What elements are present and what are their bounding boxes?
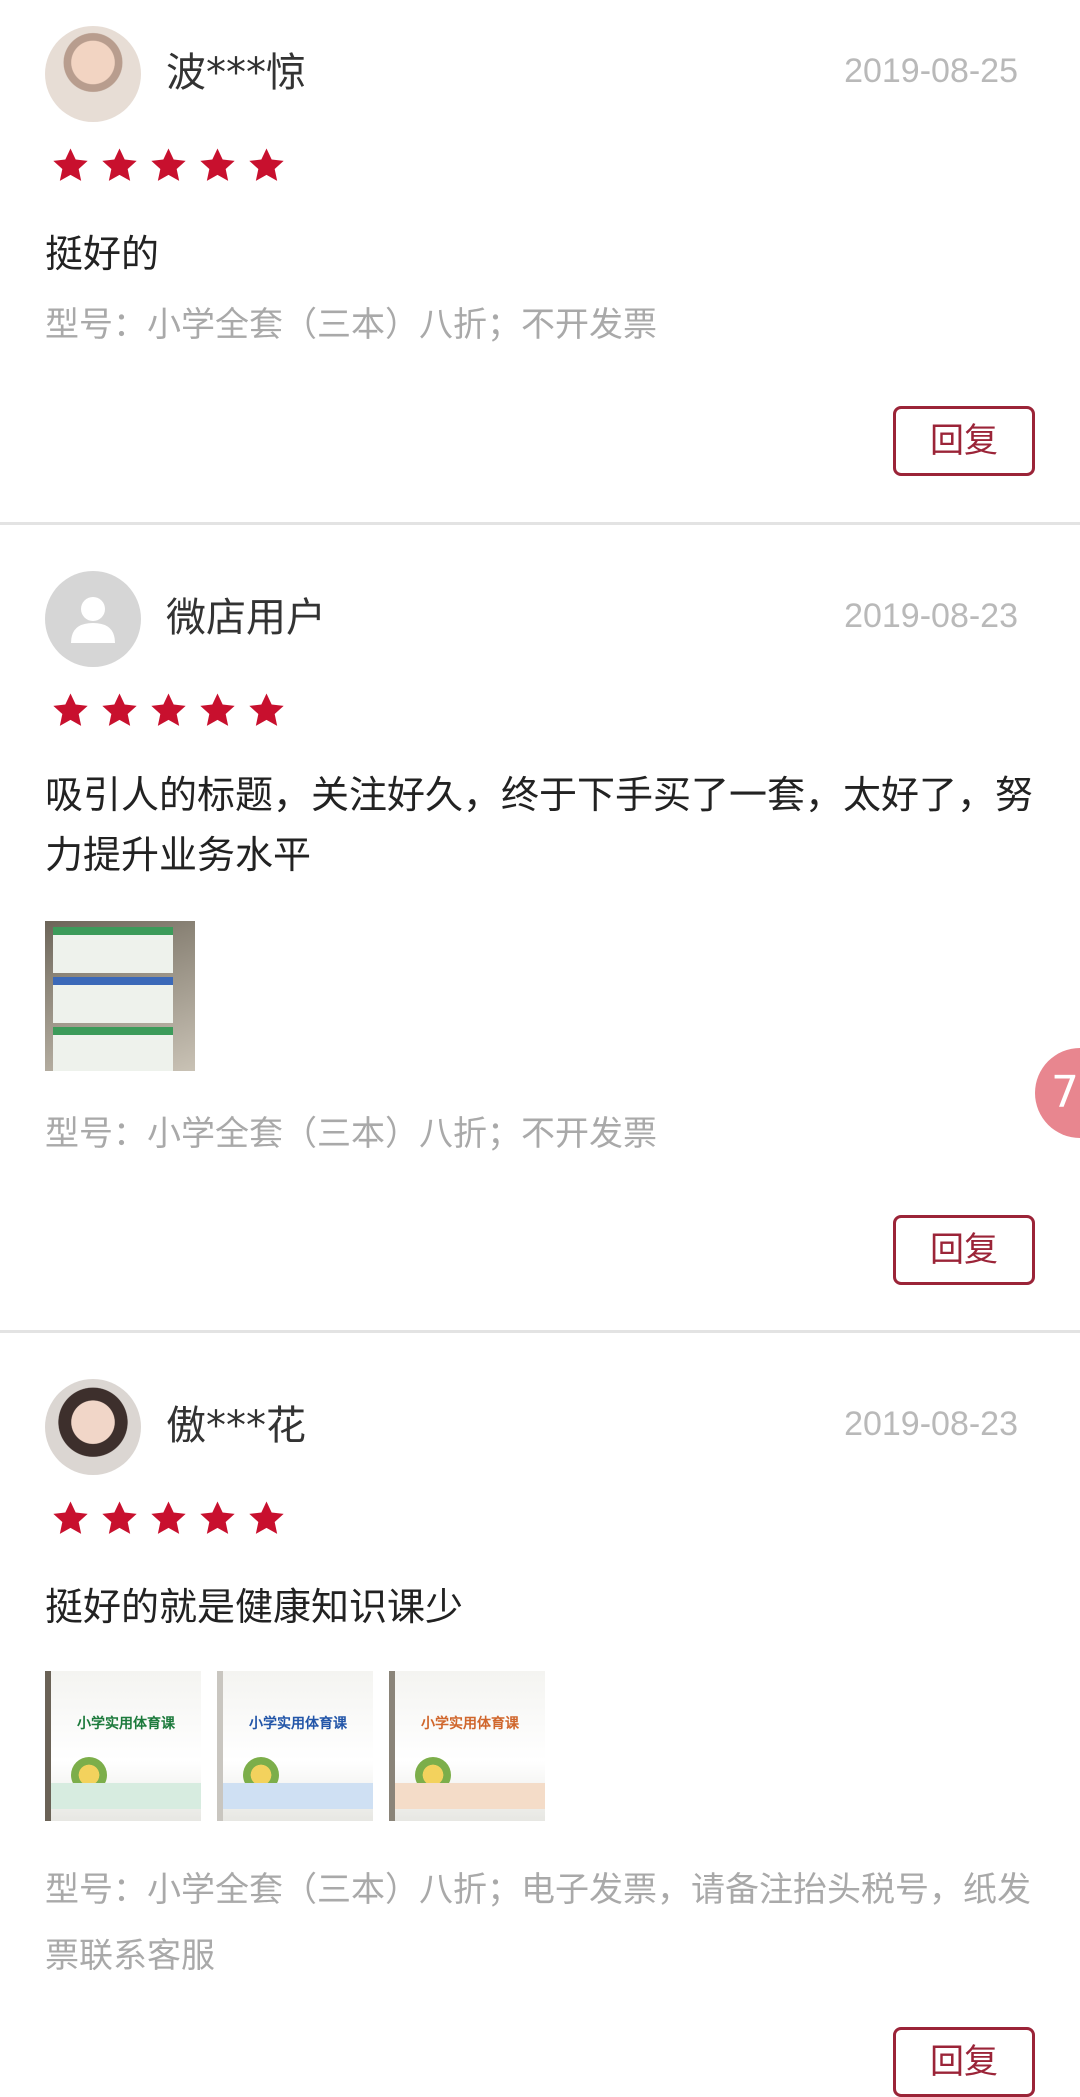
review-photo[interactable] bbox=[45, 921, 195, 1071]
star-icon bbox=[200, 148, 235, 181]
product-variant: 型号：小学全套（三本）八折；不开发票 bbox=[45, 305, 657, 345]
review-item: 傲***花 2019-08-23 挺好的就是健康知识课少 小学实用体育课 小学实… bbox=[0, 1333, 1080, 2097]
star-icon bbox=[249, 693, 284, 726]
review-text: 吸引人的标题，关注好久，终于下手买了一套，太好了，努力提升业务水平 bbox=[45, 773, 1034, 877]
review-photo[interactable]: 小学实用体育课 bbox=[217, 1671, 373, 1821]
star-icon bbox=[249, 1501, 284, 1534]
star-icon bbox=[53, 148, 88, 181]
review-photos bbox=[45, 921, 195, 1071]
user-avatar[interactable] bbox=[45, 1379, 141, 1475]
user-avatar[interactable] bbox=[45, 26, 141, 122]
reply-button[interactable]: 回复 bbox=[893, 1215, 1035, 1285]
star-icon bbox=[151, 148, 186, 181]
star-icon bbox=[53, 693, 88, 726]
review-item: 波***惊 2019-08-25 挺好的 型号：小学全套（三本）八折；不开发票 … bbox=[0, 0, 1080, 520]
star-icon bbox=[102, 693, 137, 726]
default-user-icon bbox=[71, 597, 115, 643]
review-date: 2019-08-25 bbox=[844, 52, 1018, 90]
rating-stars bbox=[50, 691, 287, 731]
review-photo[interactable]: 小学实用体育课 bbox=[45, 1671, 201, 1821]
product-variant: 型号：小学全套（三本）八折；电子发票，请备注抬头税号，纸发票联系客服 bbox=[45, 1870, 1031, 1976]
review-text: 挺好的就是健康知识课少 bbox=[45, 1585, 464, 1629]
star-icon bbox=[249, 148, 284, 181]
star-icon bbox=[102, 1501, 137, 1534]
book-title: 小学实用体育课 bbox=[249, 1716, 347, 1732]
product-variant: 型号：小学全套（三本）八折；不开发票 bbox=[45, 1114, 657, 1154]
star-icon bbox=[53, 1501, 88, 1534]
user-avatar[interactable] bbox=[45, 571, 141, 667]
star-icon bbox=[102, 148, 137, 181]
rating-stars bbox=[50, 1499, 287, 1539]
review-photo[interactable]: 小学实用体育课 bbox=[389, 1671, 545, 1821]
review-item: 微店用户 2019-08-23 吸引人的标题，关注好久，终于下手买了一套，太好了… bbox=[0, 525, 1080, 1330]
review-username: 傲***花 bbox=[166, 1403, 306, 1449]
rating-stars bbox=[50, 146, 287, 186]
review-date: 2019-08-23 bbox=[844, 1405, 1018, 1443]
book-title: 小学实用体育课 bbox=[77, 1716, 175, 1732]
star-icon bbox=[151, 1501, 186, 1534]
star-icon bbox=[151, 693, 186, 726]
review-text: 挺好的 bbox=[45, 232, 160, 276]
review-date: 2019-08-23 bbox=[844, 597, 1018, 635]
star-icon bbox=[200, 1501, 235, 1534]
book-title: 小学实用体育课 bbox=[421, 1716, 519, 1732]
reply-button[interactable]: 回复 bbox=[893, 406, 1035, 476]
star-icon bbox=[200, 693, 235, 726]
reply-button[interactable]: 回复 bbox=[893, 2027, 1035, 2097]
review-username: 波***惊 bbox=[166, 50, 306, 96]
review-username: 微店用户 bbox=[166, 595, 326, 641]
review-photos: 小学实用体育课 小学实用体育课 小学实用体育课 bbox=[45, 1671, 545, 1821]
